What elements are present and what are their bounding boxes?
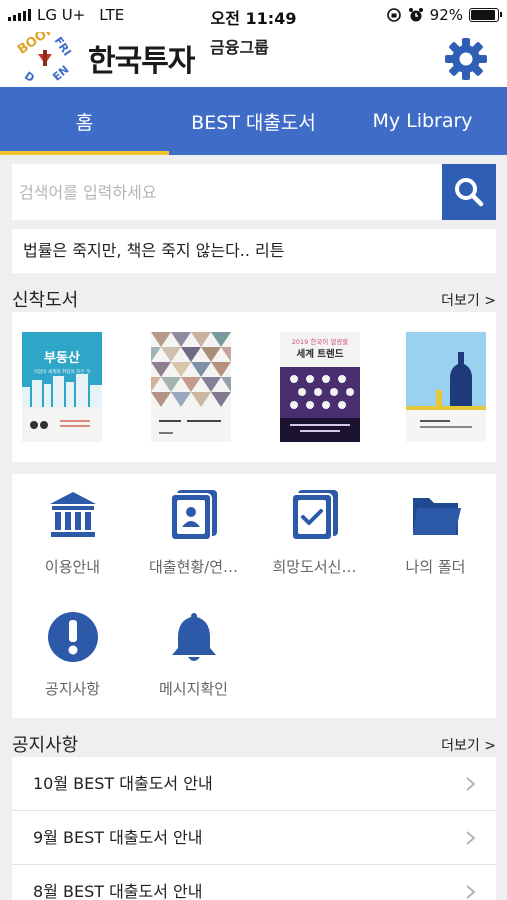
search-button[interactable]	[442, 164, 496, 220]
menu-label: 희망도서신…	[272, 558, 357, 576]
search-icon	[455, 178, 484, 207]
book-cover-art	[151, 332, 231, 442]
book-cover-art: 2019 한국이 열광할 세계 트렌드	[280, 332, 360, 442]
notice-item[interactable]: 10월 BEST 대출도서 안내	[12, 757, 496, 811]
brand-name: 한국투자	[88, 44, 195, 79]
new-books-more-link[interactable]: 더보기 >	[441, 290, 496, 310]
orientation-lock-icon	[386, 8, 401, 22]
book-title: 부동산	[44, 350, 80, 366]
alarm-icon	[408, 8, 423, 22]
notice-title: 10월 BEST 대출도서 안내	[33, 774, 213, 793]
exclamation-icon	[48, 612, 98, 662]
menu-label: 공지사항	[44, 680, 101, 698]
search-bar	[12, 164, 496, 220]
menu-item-book-request[interactable]: 희망도서신…	[254, 474, 375, 584]
id-card-icon	[170, 490, 217, 541]
menu-item-messages[interactable]: 메시지확인	[133, 596, 254, 706]
notice-title: 9월 BEST 대출도서 안내	[33, 828, 203, 847]
menu-item-loan-status[interactable]: 대출현황/연…	[133, 474, 254, 584]
brand-subtitle: 금융그룹	[210, 38, 269, 57]
menu-label: 메시지확인	[158, 680, 228, 698]
tab-my-library[interactable]: My Library	[338, 87, 507, 155]
app-header: BOOK FRI EN D 한국투자 금융그룹	[0, 30, 507, 87]
gear-icon[interactable]	[443, 36, 489, 82]
tab-bar: 홈 BEST 대출도서 My Library	[0, 87, 507, 155]
new-books-header: 신착도서 더보기 >	[12, 284, 496, 314]
section-title: 신착도서	[12, 290, 79, 311]
chevron-right-icon	[466, 777, 476, 791]
book-cover[interactable]	[406, 332, 486, 442]
book-cover-art: 부동산 직업의 세계와 취업의 모든 것	[22, 332, 102, 442]
menu-item-notice[interactable]: 공지사항	[12, 596, 133, 706]
book-cover[interactable]	[151, 332, 231, 442]
menu-item-my-folder[interactable]: 나의 폴더	[375, 474, 496, 584]
notice-title: 8월 BEST 대출도서 안내	[33, 882, 203, 900]
tab-home[interactable]: 홈	[0, 87, 169, 155]
bell-icon	[172, 613, 216, 661]
menu-label: 이용안내	[44, 558, 101, 576]
status-bar: LG U+ LTE 오전 11:49 92%	[0, 0, 507, 30]
battery-icon	[469, 8, 502, 22]
book-cover[interactable]: 부동산 직업의 세계와 취업의 모든 것	[22, 332, 102, 442]
chevron-right-icon	[466, 885, 476, 899]
book-subtitle: 2019 한국이 열광할	[292, 337, 349, 346]
search-input[interactable]	[12, 164, 442, 220]
folder-icon	[413, 498, 461, 535]
notice-item[interactable]: 8월 BEST 대출도서 안내	[12, 865, 496, 900]
notices-more-link[interactable]: 더보기 >	[441, 735, 496, 755]
menu-label: 대출현황/연…	[148, 558, 239, 576]
section-title: 공지사항	[12, 735, 79, 756]
menu-label: 나의 폴더	[405, 558, 466, 576]
notices-header: 공지사항 더보기 >	[12, 729, 496, 759]
tab-best-loans[interactable]: BEST 대출도서	[169, 87, 338, 155]
notice-list: 10월 BEST 대출도서 안내 9월 BEST 대출도서 안내 8월 BEST…	[12, 757, 496, 900]
menu-item-guide[interactable]: 이용안내	[12, 474, 133, 584]
book-subtitle: 직업의 세계와 취업의 모든 것	[34, 368, 91, 375]
new-books-carousel: 부동산 직업의 세계와 취업의 모든 것 2019 한국이 열광할 세계 트렌드	[12, 312, 496, 462]
notice-item[interactable]: 9월 BEST 대출도서 안내	[12, 811, 496, 865]
bank-icon	[50, 492, 96, 537]
book-title: 세계 트렌드	[296, 348, 343, 360]
book-cover[interactable]: 2019 한국이 열광할 세계 트렌드	[280, 332, 360, 442]
quote-banner: 법률은 죽지만, 책은 죽지 않는다.. 리튼	[12, 229, 496, 273]
battery-percent: 92%	[429, 6, 463, 24]
chevron-right-icon	[466, 831, 476, 845]
quick-menu: 이용안내 대출현황/연… 희망도서신… 나의 폴더 공지사항 메시지확인	[12, 474, 496, 718]
book-friend-logo: BOOK FRI EN D	[15, 32, 74, 85]
check-card-icon	[291, 490, 338, 541]
book-cover-art	[406, 332, 486, 442]
